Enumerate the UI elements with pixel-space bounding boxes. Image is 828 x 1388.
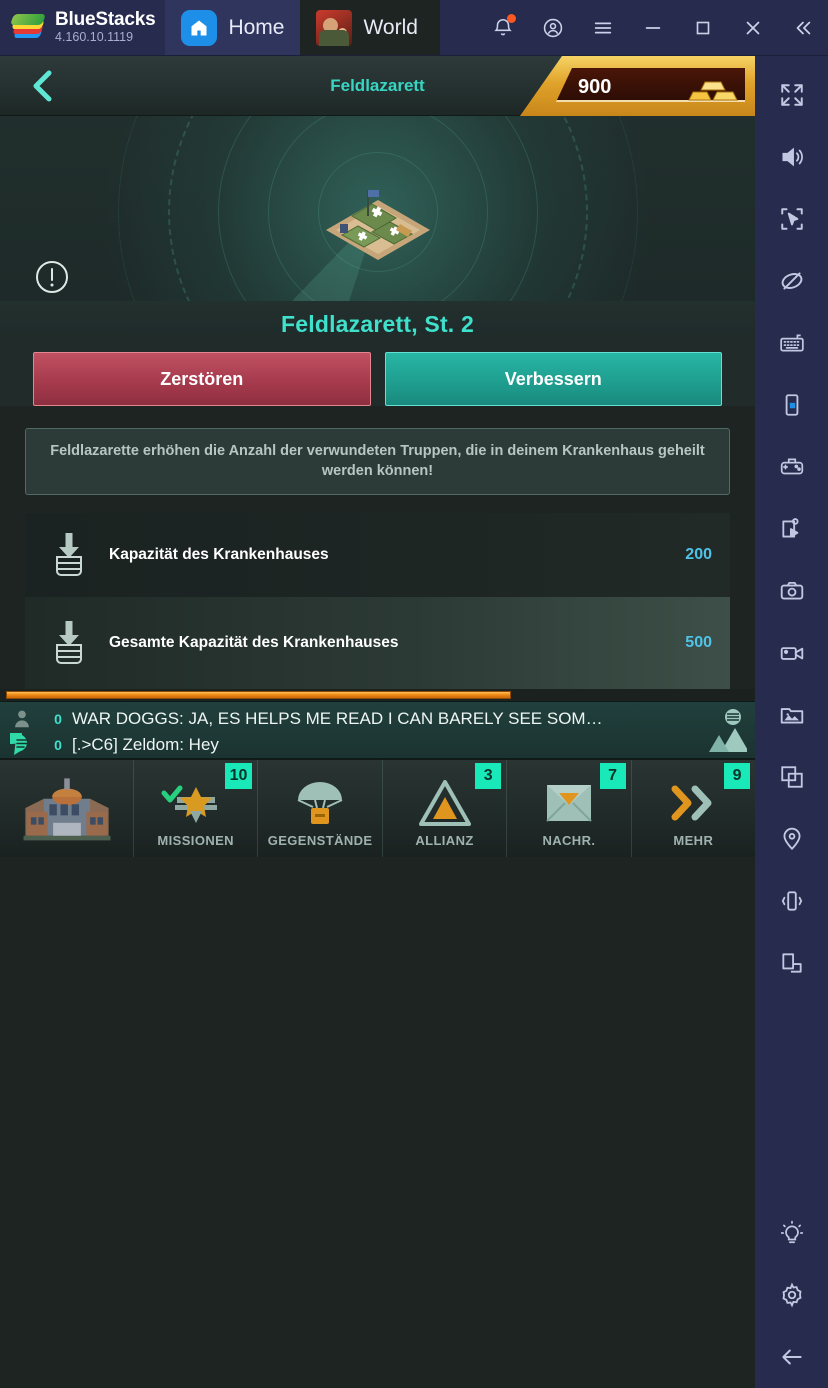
video-camera-icon[interactable] <box>755 622 828 684</box>
sidebar-item-items[interactable]: GEGENSTÄNDE <box>257 759 381 857</box>
titlebar-actions <box>478 0 828 55</box>
fullscreen-icon[interactable] <box>755 64 828 126</box>
chat-line[interactable]: 0 [.>C6] Zeldom: Hey <box>0 732 755 758</box>
back-button[interactable] <box>0 56 86 116</box>
stat-row: Gesamte Kapazität des Krankenhauses 500 <box>25 596 730 689</box>
nav-label: NACHR. <box>542 832 596 848</box>
menu-icon[interactable] <box>578 0 628 56</box>
bluestacks-logo-icon <box>9 13 47 43</box>
game-header: Feldlazarett 900 <box>0 56 755 116</box>
nav-label: MISSIONEN <box>157 832 234 848</box>
nav-badge: 3 <box>475 762 502 789</box>
stat-label: Gesamte Kapazität des Krankenhauses <box>109 633 399 651</box>
chat-bubble-icon <box>0 732 44 757</box>
game-viewport: Feldlazarett 900 Feldlazarett, St. 2 Zer… <box>0 56 755 1388</box>
chevrons-right-icon <box>665 775 721 831</box>
back-arrow-icon[interactable] <box>755 1326 828 1388</box>
home-icon <box>181 9 218 46</box>
body: Feldlazarett 900 Feldlazarett, St. 2 Zer… <box>0 56 828 1388</box>
close-icon[interactable] <box>728 0 778 56</box>
chat-count: 0 <box>54 710 62 727</box>
bluestacks-window: BlueStacks 4.160.10.1119 Home World W <box>0 0 828 1388</box>
chat-text: [.>C6] Zeldom: Hey <box>72 734 219 754</box>
building-description: Feldlazarette erhöhen die Anzahl der ver… <box>25 428 730 495</box>
notification-dot <box>507 13 516 23</box>
bluestacks-brand: BlueStacks 4.160.10.1119 <box>0 0 165 55</box>
tab-game-label: World W <box>363 15 424 39</box>
gold-counter[interactable]: 900 <box>520 56 755 116</box>
alliance-triangle-icon <box>418 775 472 831</box>
stat-row: Kapazität des Krankenhauses 200 <box>25 512 730 597</box>
version-label: 4.160.10.1119 <box>55 30 134 45</box>
maximize-icon[interactable] <box>678 0 728 56</box>
chat-text: WAR DOGGS: JA, ES HELPS ME READ I CAN BA… <box>72 708 603 728</box>
action-buttons: Zerstören Verbessern <box>0 338 755 406</box>
cursor-select-icon[interactable] <box>755 188 828 250</box>
lightbulb-icon[interactable] <box>755 1202 828 1264</box>
city-hall-icon <box>12 778 122 841</box>
tab-home-label: Home <box>228 15 285 39</box>
minimize-icon[interactable] <box>628 0 678 56</box>
multi-instance-icon[interactable] <box>755 746 828 808</box>
stat-label: Kapazität des Krankenhauses <box>109 545 329 563</box>
info-alert-icon[interactable] <box>34 259 70 295</box>
build-progress-bar <box>0 688 755 701</box>
collapse-icon[interactable] <box>778 0 828 56</box>
rotate-device-icon[interactable] <box>755 374 828 436</box>
capacity-icon <box>56 532 82 576</box>
eye-off-icon[interactable] <box>755 250 828 312</box>
capacity-icon <box>56 620 82 664</box>
game-icon <box>316 9 353 46</box>
brand-name: BlueStacks <box>55 9 156 31</box>
nav-label: ALLIANZ <box>415 832 474 848</box>
sidebar-item-messages[interactable]: NACHR. 7 <box>506 759 630 857</box>
gold-value: 900 <box>578 76 612 98</box>
nav-badge: 7 <box>599 762 626 789</box>
chat-expand-icon[interactable] <box>695 708 747 754</box>
nav-badge: 9 <box>724 762 751 789</box>
build-progress-fill <box>6 690 511 699</box>
shake-icon[interactable] <box>755 870 828 932</box>
bluestacks-sidebar <box>755 56 828 1388</box>
destroy-button[interactable]: Zerstören <box>33 352 371 406</box>
camera-icon[interactable] <box>755 560 828 622</box>
notifications-icon[interactable] <box>478 0 528 56</box>
script-play-icon[interactable] <box>755 498 828 560</box>
chat-count: 0 <box>54 736 62 753</box>
building-name: Feldlazarett, St. 2 <box>0 301 755 338</box>
stat-value: 200 <box>685 545 712 563</box>
stats-list: Kapazität des Krankenhauses 200 Gesamte … <box>25 512 730 689</box>
gallery-icon[interactable] <box>755 684 828 746</box>
titlebar: BlueStacks 4.160.10.1119 Home World W <box>0 0 828 56</box>
sidebar-item-city-hall[interactable] <box>0 760 133 857</box>
account-icon[interactable] <box>528 0 578 56</box>
keyboard-icon[interactable] <box>755 312 828 374</box>
sidebar-item-alliance[interactable]: ALLIANZ 3 <box>381 759 506 857</box>
stat-value: 500 <box>685 633 712 651</box>
parachute-crate-icon <box>293 775 347 831</box>
volume-icon[interactable] <box>755 126 828 188</box>
bottom-navbar: MISSIONEN 10 GEGENSTÄNDE ALLIANZ 3 NACHR… <box>0 758 755 857</box>
field-hospital-building <box>325 190 430 260</box>
nav-badge: 10 <box>224 762 253 789</box>
user-icon <box>0 708 44 730</box>
gear-icon[interactable] <box>755 1264 828 1326</box>
gamepad-icon[interactable] <box>755 436 828 498</box>
sidebar-item-more[interactable]: MEHR 9 <box>630 759 755 857</box>
radar-panel <box>0 116 755 301</box>
macro-icon[interactable] <box>755 932 828 994</box>
tab-home[interactable]: Home <box>165 0 301 55</box>
location-pin-icon[interactable] <box>755 808 828 870</box>
sidebar-item-missions[interactable]: MISSIONEN 10 <box>133 759 257 857</box>
missions-star-icon <box>161 775 231 831</box>
envelope-icon <box>543 775 595 831</box>
upgrade-button[interactable]: Verbessern <box>384 352 722 406</box>
chat-bar[interactable]: 0 WAR DOGGS: JA, ES HELPS ME READ I CAN … <box>0 700 755 759</box>
nav-label: MEHR <box>673 832 714 848</box>
nav-label: GEGENSTÄNDE <box>267 832 373 848</box>
tab-game[interactable]: World W <box>300 0 441 55</box>
chat-line[interactable]: 0 WAR DOGGS: JA, ES HELPS ME READ I CAN … <box>0 706 755 732</box>
gold-bars-icon <box>688 81 738 101</box>
